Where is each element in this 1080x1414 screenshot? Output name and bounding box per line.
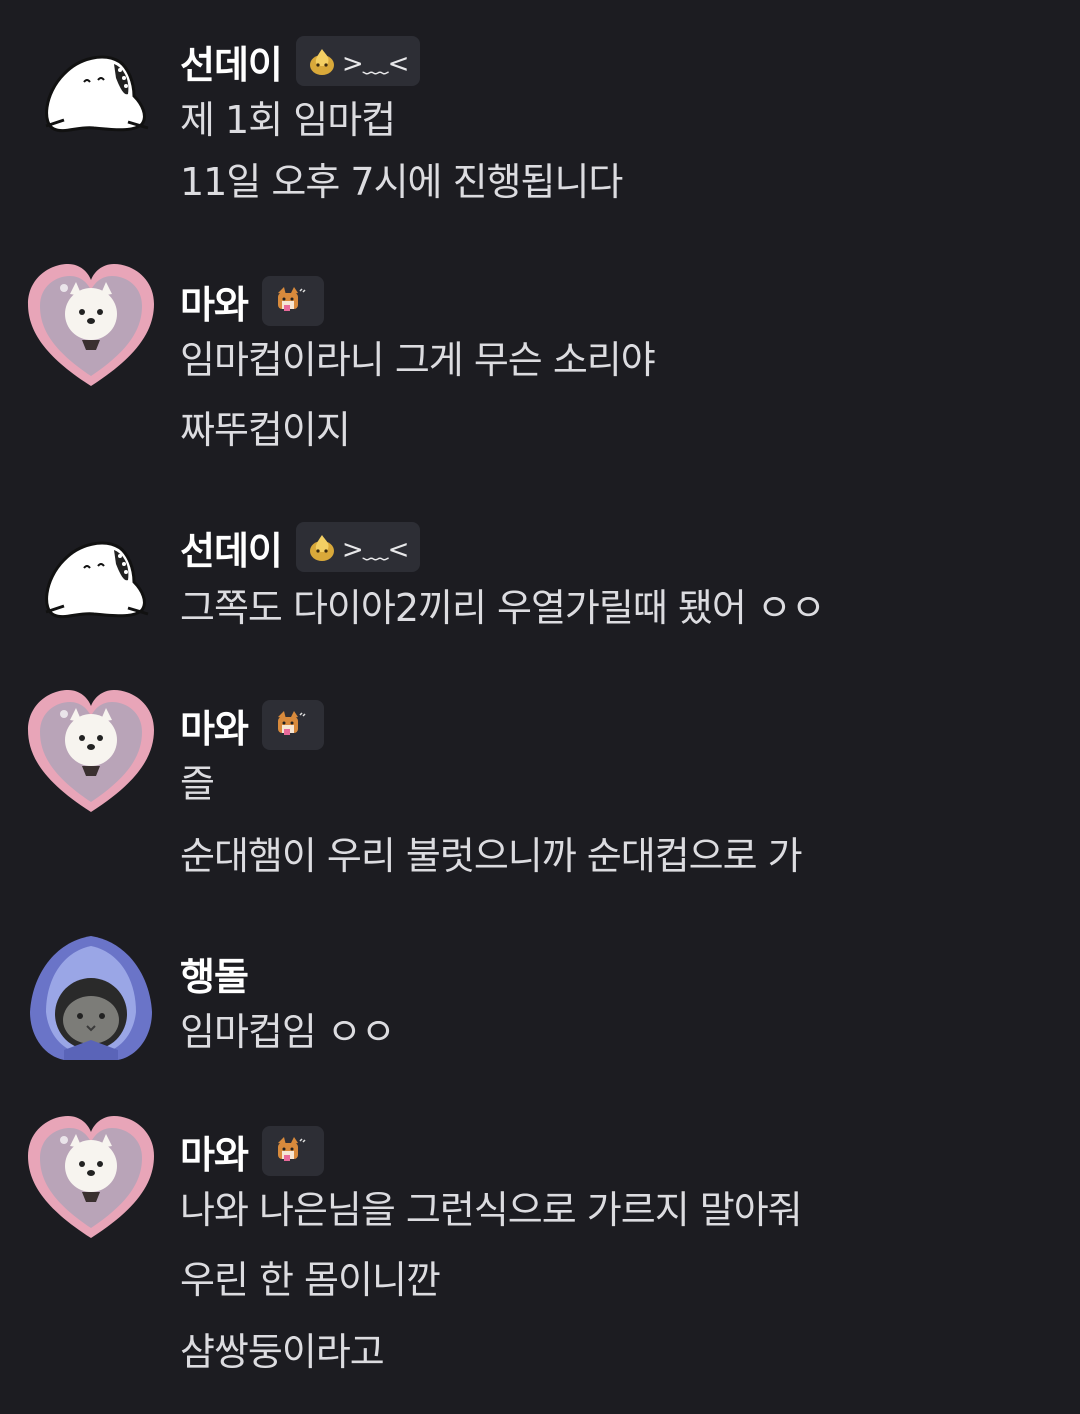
gold-flame-icon (309, 49, 334, 75)
pomeranian-heart-icon (28, 690, 154, 812)
role-badge[interactable] (261, 700, 324, 750)
ghost-seal-icon (45, 55, 149, 133)
role-badge[interactable] (261, 1126, 324, 1176)
avatar[interactable] (24, 1110, 158, 1244)
avatar[interactable] (24, 258, 158, 392)
message-line: 순대햄이 우리 불럿으니까 순대컵으로 가 (180, 834, 803, 878)
avatar[interactable] (24, 932, 158, 1066)
message-line: 나와 나은님을 그런식으로 가르지 말아줘 (180, 1188, 803, 1232)
badge-text: >﹏< (341, 48, 410, 79)
role-badge[interactable]: >﹏< (295, 522, 421, 572)
message-line: 짜뚜컵이지 (180, 408, 351, 452)
username[interactable]: 마와 (180, 274, 249, 329)
message-line: 임마컵이라니 그게 무슨 소리야 (180, 338, 656, 382)
pomeranian-heart-icon (28, 264, 154, 386)
message-line: 즐 (180, 762, 215, 806)
ghost-seal-icon (45, 541, 149, 619)
username[interactable]: 선데이 (180, 520, 283, 575)
pomeranian-heart-icon (28, 1116, 154, 1238)
badge-text: >﹏< (341, 534, 410, 565)
message-line: 제 1회 임마컵 (180, 98, 396, 142)
avatar[interactable] (24, 520, 158, 654)
avatar[interactable] (24, 34, 158, 168)
hooded-cat-icon (30, 936, 152, 1060)
message-line: 샴쌍둥이라고 (180, 1330, 385, 1374)
gold-flame-icon (309, 535, 334, 561)
username[interactable]: 마와 (180, 698, 249, 753)
shiba-dog-icon (277, 287, 306, 311)
username[interactable]: 행돌 (180, 946, 249, 1001)
shiba-dog-icon (277, 711, 306, 735)
message-line: 우린 한 몸이니깐 (180, 1258, 441, 1302)
shiba-dog-icon (277, 1137, 306, 1161)
username[interactable]: 마와 (180, 1124, 249, 1179)
avatar[interactable] (24, 684, 158, 818)
username[interactable]: 선데이 (180, 34, 283, 89)
message-line: 그쪽도 다이아2끼리 우열가릴때 됐어 ㅇㅇ (180, 586, 826, 630)
message-line: 임마컵임 ㅇㅇ (180, 1010, 396, 1054)
role-badge[interactable] (261, 276, 324, 326)
message-line: 11일 오후 7시에 진행됩니다 (180, 160, 623, 204)
role-badge[interactable]: >﹏< (295, 36, 421, 86)
